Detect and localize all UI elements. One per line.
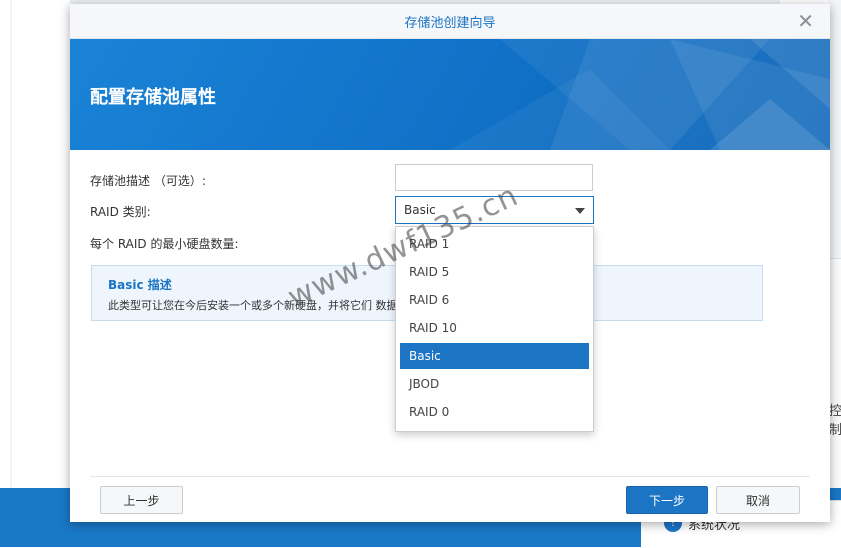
dialog-title: 存储池创建向导 bbox=[404, 16, 496, 31]
dropdown-option-raid5[interactable]: RAID 5 bbox=[400, 259, 589, 285]
next-button[interactable]: 下一步 bbox=[626, 486, 708, 514]
raid-type-label: RAID 类别: bbox=[90, 205, 151, 219]
background-left-panel bbox=[0, 0, 71, 488]
dropdown-option-basic[interactable]: Basic bbox=[400, 343, 589, 369]
banner-title: 配置存储池属性 bbox=[90, 87, 216, 108]
close-icon[interactable]: ✕ bbox=[797, 9, 814, 33]
footer-divider bbox=[90, 476, 810, 477]
dropdown-option-jbod[interactable]: JBOD bbox=[400, 371, 589, 397]
background-right-widget bbox=[830, 258, 841, 489]
previous-button[interactable]: 上一步 bbox=[100, 486, 183, 514]
dropdown-option-raid6[interactable]: RAID 6 bbox=[400, 287, 589, 313]
storage-pool-wizard-dialog: 存储池创建向导 ✕ 配置存储池属性 存储池描述 （可选）: RAID 类别: B… bbox=[70, 4, 830, 522]
wizard-banner: 配置存储池属性 bbox=[70, 39, 830, 150]
dialog-titlebar: 存储池创建向导 ✕ bbox=[70, 4, 830, 39]
cancel-button[interactable]: 取消 bbox=[716, 486, 800, 514]
dropdown-option-raid10[interactable]: RAID 10 bbox=[400, 315, 589, 341]
min-disks-label: 每个 RAID 的最小硬盘数量: bbox=[90, 237, 239, 251]
raid-type-dropdown: RAID 1 RAID 5 RAID 6 RAID 10 Basic JBOD … bbox=[395, 226, 594, 432]
dropdown-option-raid0[interactable]: RAID 0 bbox=[400, 399, 589, 425]
description-label: 存储池描述 （可选）: bbox=[90, 174, 206, 188]
raid-description-title: Basic 描述 bbox=[108, 278, 172, 292]
chevron-down-icon bbox=[575, 208, 585, 214]
background-right-text: 控制 bbox=[829, 404, 841, 438]
